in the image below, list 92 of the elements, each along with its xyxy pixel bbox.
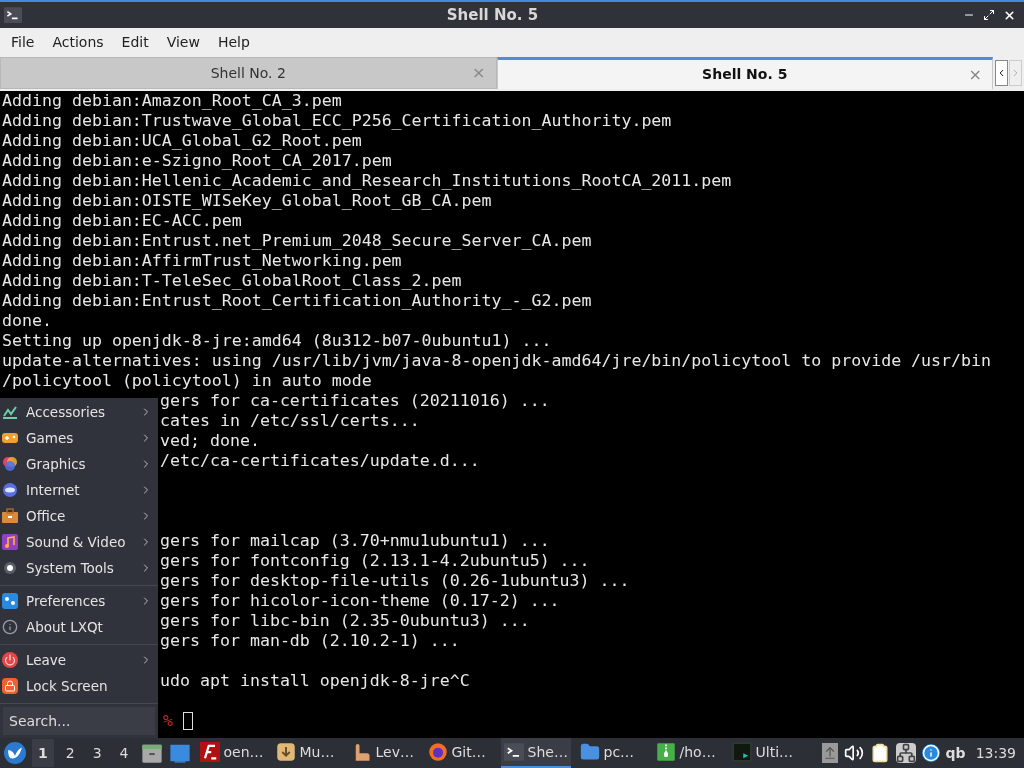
volume-icon[interactable]	[843, 743, 864, 763]
power-icon	[2, 652, 18, 668]
menu-entry[interactable]: Graphics	[0, 451, 158, 477]
terminal-line: /etc/ca-certificates/update.d...	[160, 451, 480, 470]
terminal-line: Adding debian:UCA_Global_G2_Root.pem	[2, 131, 363, 151]
file-cabinet-icon[interactable]	[140, 742, 163, 764]
terminal-line: Adding debian:Amazon_Root_CA_3.pem	[2, 91, 343, 111]
menu-item[interactable]: File	[2, 32, 44, 53]
desktop-button[interactable]: 3	[86, 739, 108, 767]
tab[interactable]: Shell No. 2 ×	[0, 57, 497, 89]
task-button[interactable]: Lev…	[348, 738, 419, 768]
desktop-button[interactable]: 4	[113, 739, 135, 767]
terminal-icon	[4, 6, 22, 24]
terminal-line: Setting up openjdk-8-jre:amd64 (8u312-b07-0ubuntu1) ...	[2, 331, 553, 351]
terminal-line: gers for mailcap (3.70+nmu1ubuntu1) ...	[160, 531, 550, 550]
terminal-line: done.	[2, 311, 53, 331]
tab[interactable]: Shell No. 5 ×	[496, 57, 993, 89]
desktop-button[interactable]: 1	[32, 739, 54, 767]
terminal-line: Adding debian:Trustwave_Global_ECC_P256_Certification_Authority.pem	[2, 111, 673, 131]
terminal-line: ved; done.	[160, 431, 260, 450]
terminal-line: Adding debian:Entrust_Root_Certification_Authority_-_G2.pem	[2, 291, 593, 311]
terminal-line: cates in /etc/ssl/certs...	[160, 411, 420, 430]
lock-icon	[2, 678, 18, 694]
chart-icon	[2, 404, 18, 420]
notification-icon[interactable]	[921, 744, 940, 762]
menu-entry[interactable]: Leave	[0, 647, 158, 673]
menu-item[interactable]: View	[157, 32, 209, 53]
info-icon	[2, 619, 18, 635]
desktop-button[interactable]: 2	[59, 739, 81, 767]
color-wheel-icon	[2, 456, 18, 472]
task-button[interactable]: /ho…	[652, 738, 723, 768]
globe-icon	[2, 482, 18, 498]
desktop-icon[interactable]	[168, 742, 191, 764]
scroll-left-icon[interactable]	[995, 60, 1008, 86]
gamepad-icon	[2, 430, 18, 446]
terminal-line: Adding debian:EC-ACC.pem	[2, 211, 243, 231]
monitor-icon	[731, 742, 752, 762]
menu-entry[interactable]: Sound & Video	[0, 529, 158, 555]
cursor	[183, 712, 193, 730]
menu-item[interactable]: Edit	[112, 32, 158, 53]
task-button[interactable]: pc…	[576, 738, 647, 768]
terminal-line: Adding debian:AffirmTrust_Networking.pem	[2, 251, 403, 271]
music-note-icon	[2, 534, 18, 550]
terminal-line: gers for ca-certificates (20211016) ...	[160, 391, 550, 410]
menu-entry[interactable]: Accessories	[0, 399, 158, 425]
app-icon	[199, 742, 220, 762]
menu-entry[interactable]: Games	[0, 425, 158, 451]
terminal-icon	[503, 742, 524, 762]
terminal-line: Adding debian:Hellenic_Academic_and_Research_Institutions_RootCA_2011.pem	[2, 171, 733, 191]
terminal-line: gers for libc-bin (2.35-0ubuntu3) ...	[160, 611, 530, 630]
terminal-line: /policytool (policytool) in auto mode	[2, 371, 373, 391]
menu-item[interactable]: Help	[208, 32, 259, 53]
folder-icon	[579, 742, 600, 762]
close-icon[interactable]	[1003, 8, 1016, 22]
menu-entry[interactable]: Lock Screen	[0, 673, 158, 699]
browser-icon	[427, 742, 448, 762]
menu-entry[interactable]: About LXQt	[0, 614, 158, 640]
menu-item[interactable]: Actions	[43, 32, 113, 53]
terminal-line: gers for man-db (2.10.2-1) ...	[160, 631, 460, 650]
task-button[interactable]: She…	[500, 738, 571, 768]
gear-icon	[2, 560, 18, 576]
tab-title: Shell No. 2	[210, 63, 286, 83]
eject-icon[interactable]	[821, 743, 838, 763]
task-button[interactable]: Ulti…	[728, 738, 799, 768]
terminal-line: update-alternatives: using /usr/lib/jvm/java-8-openjdk-amd64/jre/bin/policytool to provide /usr/bin	[2, 351, 993, 371]
task-button[interactable]: oen…	[196, 738, 267, 768]
prompt-symbol: %	[163, 711, 173, 731]
terminal-line: gers for desktop-file-utils (0.26-1ubuntu3) ...	[160, 571, 630, 590]
window-title: Shell No. 5	[445, 4, 540, 26]
tray-label[interactable]: qb	[945, 742, 966, 764]
menu-entry[interactable]: System Tools	[0, 555, 158, 581]
terminal-line: Adding debian:Entrust.net_Premium_2048_Secure_Server_CA.pem	[2, 231, 593, 251]
terminal-line: gers for hicolor-icon-theme (0.17-2) ...	[160, 591, 560, 610]
network-icon[interactable]	[895, 743, 916, 763]
maximize-icon[interactable]	[983, 8, 995, 21]
task-button[interactable]: Mu…	[272, 738, 343, 768]
package-icon	[275, 742, 296, 762]
clock[interactable]: 13:39	[971, 742, 1020, 764]
briefcase-icon	[2, 508, 18, 524]
terminal-line: Adding debian:e-Szigno_Root_CA_2017.pem	[2, 151, 393, 171]
terminal-line: Adding debian:T-TeleSec_GlobalRoot_Class_2.pem	[2, 271, 463, 291]
task-button[interactable]: Git…	[424, 738, 495, 768]
tab-title: Shell No. 5	[702, 65, 788, 84]
menu-entry[interactable]: Preferences	[0, 588, 158, 614]
archive-icon	[655, 742, 676, 762]
menu-entry[interactable]: Office	[0, 503, 158, 529]
terminal-line: gers for fontconfig (2.13.1-4.2ubuntu5) ...	[160, 551, 590, 570]
search-field[interactable]: Search...	[3, 707, 155, 735]
terminal-line: udo apt install openjdk-8-jre^C	[160, 671, 470, 690]
sliders-icon	[2, 593, 18, 609]
menu-entry[interactable]: Internet	[0, 477, 158, 503]
terminal-line: Adding debian:OISTE_WISeKey_Global_Root_GB_CA.pem	[2, 191, 493, 211]
